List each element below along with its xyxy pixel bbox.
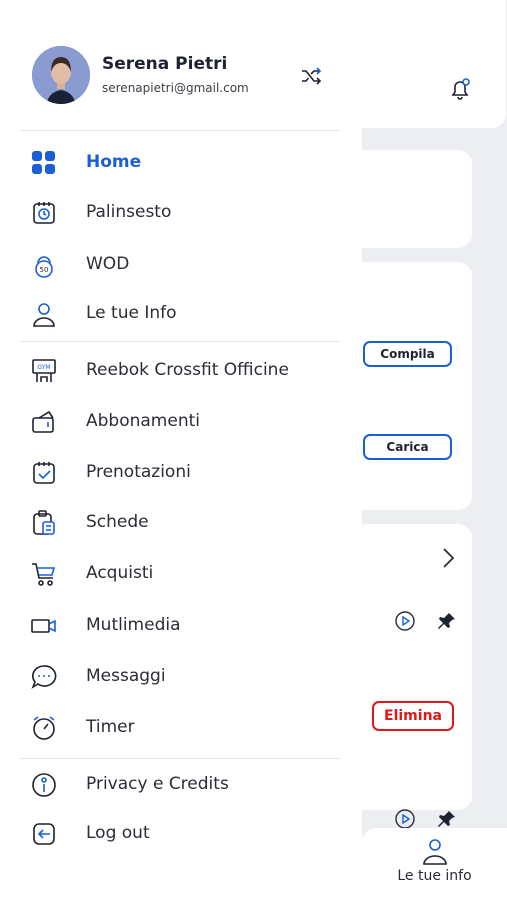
menu-item-label: WOD [86, 254, 130, 274]
menu-item-le-tue-info[interactable]: Le tue Info [0, 292, 340, 336]
divider [20, 341, 340, 342]
clipboard-icon [30, 509, 58, 537]
menu-item-label: Schede [86, 512, 149, 532]
menu-item-label: Le tue Info [86, 303, 177, 323]
chat-icon [30, 663, 58, 691]
user-icon [420, 836, 450, 866]
svg-text:GYM: GYM [37, 364, 50, 371]
compila-button[interactable]: Compila [363, 341, 452, 367]
menu-item-acquisti[interactable]: Acquisti [0, 552, 340, 596]
menu-item-label: Messaggi [86, 666, 166, 686]
user-icon [30, 300, 58, 328]
kettlebell-icon: 50 [30, 251, 58, 279]
menu-item-multimedia[interactable]: Mutlimedia [0, 604, 340, 648]
cart-icon [30, 560, 58, 588]
menu-item-label: Prenotazioni [86, 462, 191, 482]
divider [20, 130, 340, 131]
menu-item-label: Acquisti [86, 563, 154, 583]
menu-item-schede[interactable]: Schede [0, 501, 340, 545]
menu-item-label: Timer [86, 717, 135, 737]
menu-item-label: Palinsesto [86, 202, 172, 222]
menu-item-label: Privacy e Credits [86, 774, 229, 794]
menu-item-label: Log out [86, 823, 150, 843]
play-circle-icon[interactable] [394, 808, 416, 830]
calendar-check-icon [30, 459, 58, 487]
play-circle-icon[interactable] [394, 610, 416, 632]
membership-icon [30, 408, 58, 436]
menu-item-timer[interactable]: Timer [0, 706, 340, 750]
gym-icon: GYM [30, 357, 58, 385]
menu-item-home[interactable]: Home [0, 141, 340, 185]
calendar-clock-icon [30, 199, 58, 227]
menu-item-label: Mutlimedia [86, 615, 181, 635]
video-icon [30, 612, 58, 640]
navigation-drawer: Serena Pietri serenapietri@gmail.com Hom… [0, 0, 362, 900]
pin-icon[interactable] [436, 610, 458, 632]
user-email: serenapietri@gmail.com [102, 81, 249, 95]
menu-item-gym[interactable]: GYM Reebok Crossfit Officine [0, 349, 340, 393]
menu-item-abbonamenti[interactable]: Abbonamenti [0, 400, 340, 444]
carica-button[interactable]: Carica [363, 434, 452, 460]
elimina-button[interactable]: Elimina [372, 701, 454, 731]
shuffle-icon[interactable] [300, 65, 322, 87]
grid-icon [30, 149, 58, 177]
timer-icon [30, 714, 58, 742]
menu-item-label: Reebok Crossfit Officine [86, 360, 289, 380]
menu-item-prenotazioni[interactable]: Prenotazioni [0, 451, 340, 495]
menu-item-palinsesto[interactable]: Palinsesto [0, 191, 340, 235]
menu-item-messaggi[interactable]: Messaggi [0, 655, 340, 699]
avatar[interactable] [32, 46, 90, 104]
chevron-right-icon[interactable] [438, 546, 458, 570]
bottom-nav-item-info[interactable]: Le tue info [362, 828, 507, 900]
menu-item-logout[interactable]: Log out [0, 812, 340, 856]
menu-item-wod[interactable]: 50 WOD [0, 243, 340, 287]
logout-icon [30, 820, 58, 848]
info-icon [30, 771, 58, 799]
svg-text:50: 50 [40, 266, 49, 274]
bottom-nav-label: Le tue info [397, 868, 472, 884]
menu-item-label: Home [86, 152, 142, 172]
pin-icon[interactable] [436, 808, 458, 830]
notification-bell-icon[interactable] [446, 76, 474, 104]
menu-item-privacy-credits[interactable]: Privacy e Credits [0, 763, 340, 807]
divider [20, 758, 340, 759]
menu-item-label: Abbonamenti [86, 411, 200, 431]
user-name: Serena Pietri [102, 54, 228, 74]
